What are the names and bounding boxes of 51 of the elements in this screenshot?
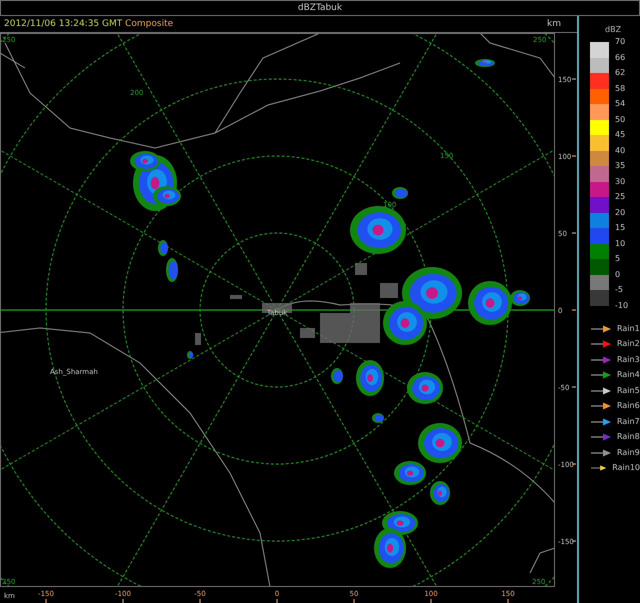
precipitation-echo [187, 351, 194, 359]
legend-value: 50 [615, 116, 626, 124]
track-label: Rain4 [617, 369, 640, 382]
axis-tick [276, 598, 278, 603]
legend-value: 66 [615, 54, 626, 62]
track-label: Rain6 [617, 400, 640, 412]
legend-value: 70 [615, 38, 626, 46]
precipitation-echo [158, 240, 168, 256]
precipitation-echo [331, 368, 343, 384]
legend-value: 5 [615, 255, 620, 263]
track-label: Rain7 [617, 416, 640, 428]
precipitation-echo [166, 258, 178, 282]
axis-tick [430, 598, 432, 603]
precipitation-echo [475, 59, 495, 67]
track-label: Rain10 [612, 462, 640, 474]
axis-tick [572, 78, 576, 80]
track-label: Rain5 [617, 384, 640, 397]
track-label: Rain8 [617, 431, 640, 444]
precipitation-echo [430, 481, 450, 505]
axis-tick [572, 232, 576, 234]
precipitation-echo [407, 372, 443, 404]
unit-label: km [547, 18, 561, 31]
legend-value: -5 [615, 286, 623, 294]
precipitation-echo [356, 360, 384, 396]
legend-value: 35 [615, 162, 626, 170]
legend-value: 0 [615, 270, 620, 278]
legend-value: 25 [615, 193, 626, 201]
track-label: Rain1 [617, 322, 640, 335]
precipitation-echo [392, 187, 408, 199]
timestamp-caption: 2012/11/06 13:24:35 GMT Composite [4, 18, 174, 31]
legend-value: 62 [615, 69, 626, 77]
track-label: Rain2 [617, 338, 640, 350]
legend-value: 40 [615, 146, 626, 154]
axis-tick [572, 386, 576, 388]
legend-value: 30 [615, 178, 626, 186]
track-label: Rain9 [617, 446, 640, 459]
precipitation-echo [383, 301, 427, 345]
precipitation-echo [350, 206, 406, 254]
legend-value: 45 [615, 131, 626, 139]
axis-tick [122, 598, 124, 603]
precipitation-echo [372, 413, 384, 423]
legend-value: 54 [615, 100, 626, 108]
legend-value: -10 [615, 302, 628, 310]
legend-value: 20 [615, 208, 626, 216]
window-title: dBZTabuk [0, 0, 640, 16]
legend-title: dBZ [605, 24, 622, 34]
axis-tick [572, 540, 576, 542]
legend-value: 15 [615, 224, 626, 232]
legend-value: 10 [615, 240, 626, 248]
track-label: Rain3 [617, 354, 640, 366]
legend-value: 58 [615, 84, 626, 92]
